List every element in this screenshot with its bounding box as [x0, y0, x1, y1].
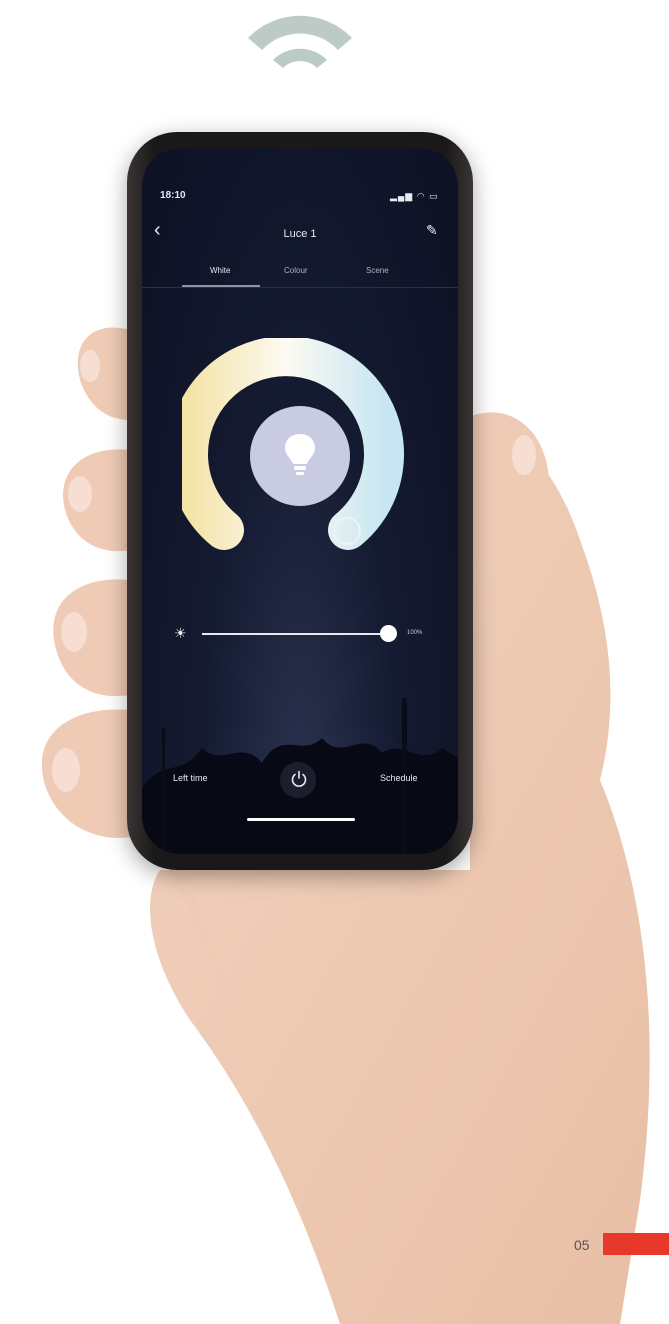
page-title: Luce 1: [283, 228, 317, 240]
status-time: 18:10: [160, 190, 186, 201]
tab-scene[interactable]: Scene: [366, 266, 389, 275]
brightness-value: 100%: [407, 630, 423, 636]
brightness-slider-thumb[interactable]: [380, 625, 397, 642]
temperature-handle[interactable]: [333, 517, 361, 545]
lightbulb-icon: [285, 434, 315, 475]
brightness-slider-track[interactable]: [202, 633, 388, 635]
tab-white[interactable]: White: [210, 266, 230, 275]
page-number: 05: [574, 1237, 590, 1253]
power-icon: [291, 770, 307, 787]
schedule-label[interactable]: Schedule: [380, 773, 418, 783]
sun-icon: ☀: [174, 625, 187, 641]
pencil-icon[interactable]: ✎: [426, 222, 438, 239]
accent-bar: [603, 1233, 669, 1255]
status-icons: ▂▄▆ ◠ ▭: [390, 191, 439, 201]
tab-colour[interactable]: Colour: [284, 266, 308, 275]
left-time-label[interactable]: Left time: [173, 773, 208, 783]
vineyard-background: [142, 698, 458, 854]
home-indicator: [247, 818, 355, 821]
tab-divider: [142, 287, 458, 288]
app-screen: 18:10 ▂▄▆ ◠ ▭ ‹ Luce 1 ✎ White Colour Sc…: [142, 148, 458, 854]
